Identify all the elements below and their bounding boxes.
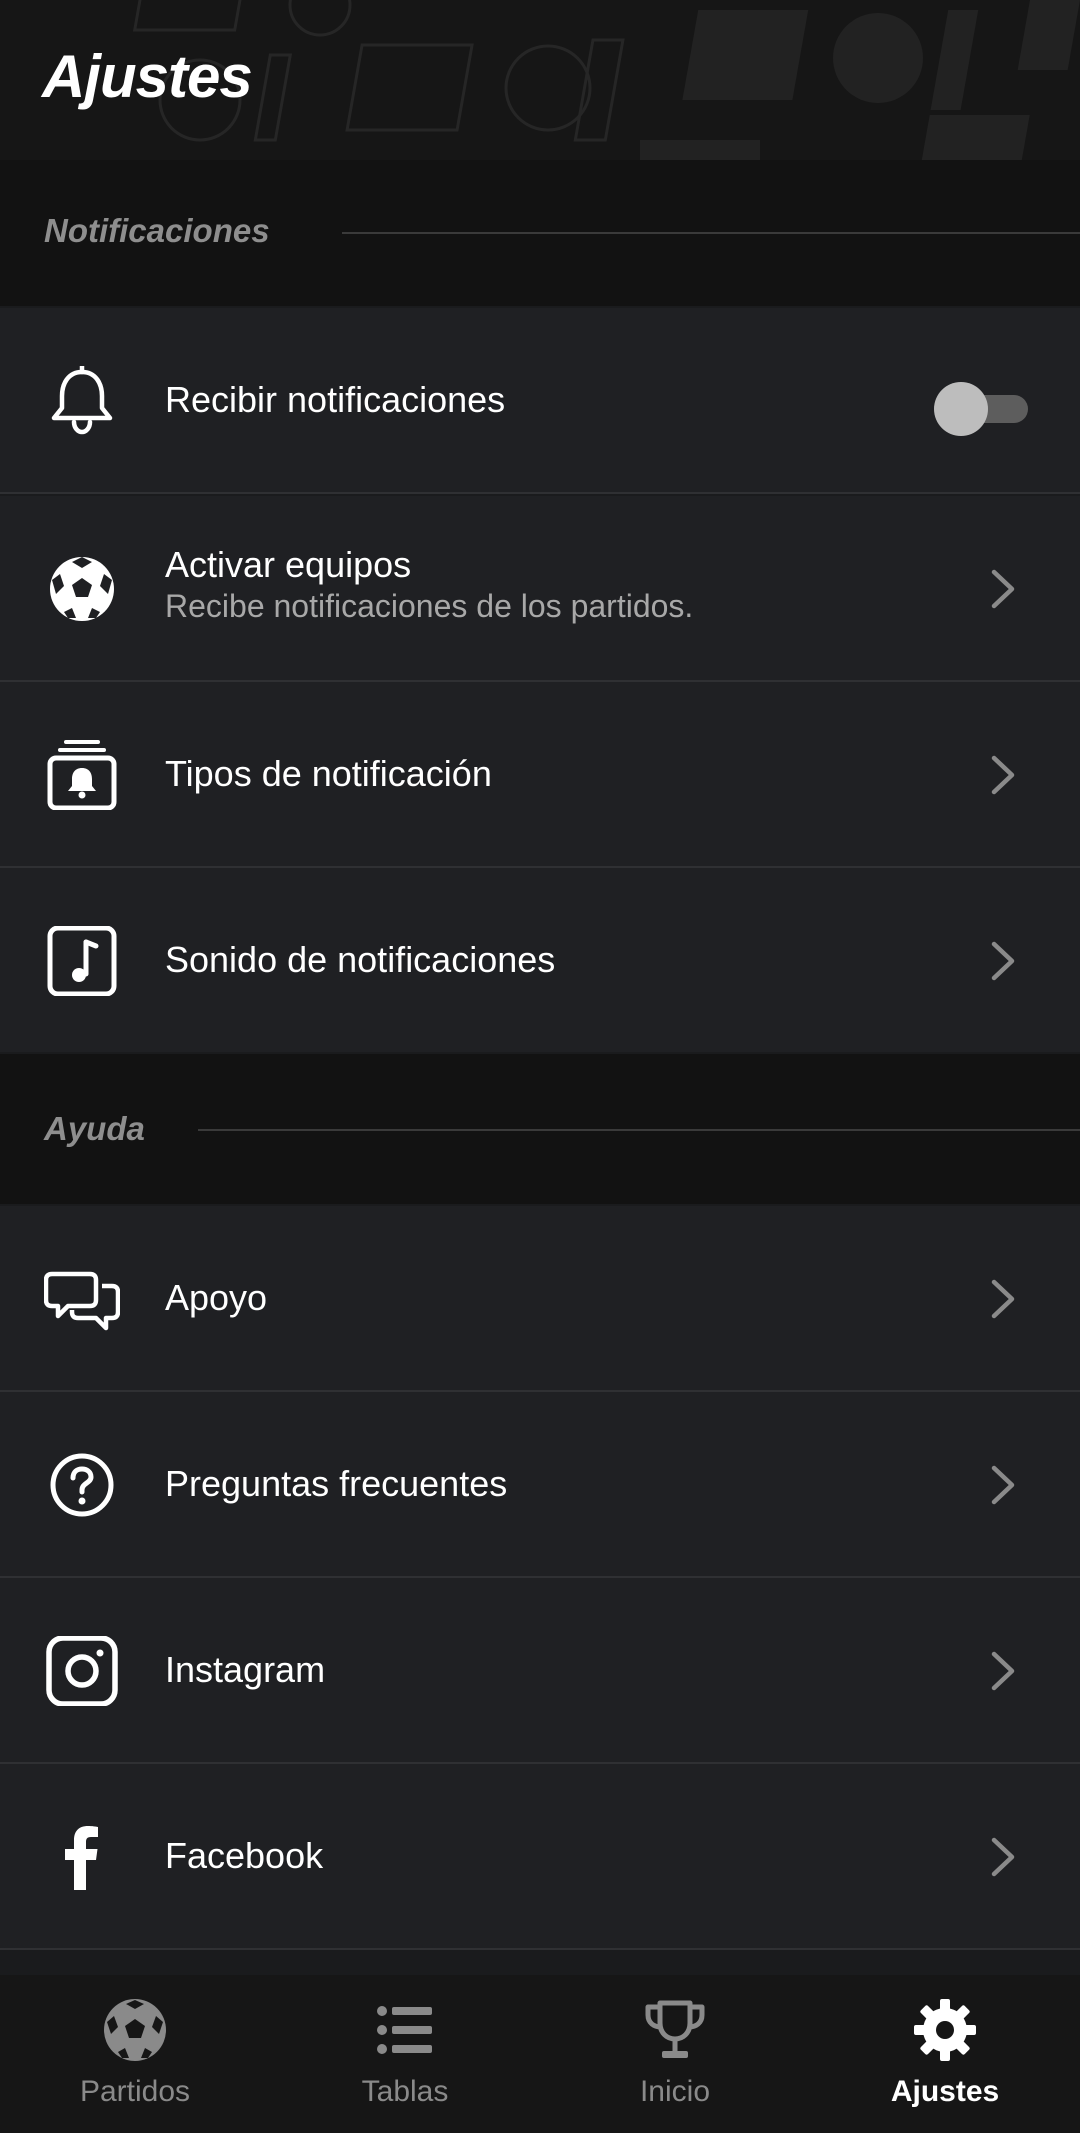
bottom-navigation: Partidos Tablas Inicio Ajustes xyxy=(0,1975,1080,2133)
row-facebook[interactable]: Facebook xyxy=(0,1764,1080,1950)
nav-item-partidos[interactable]: Partidos xyxy=(0,1975,270,2133)
soccer-ball-icon xyxy=(44,554,120,624)
trophy-icon xyxy=(645,2000,705,2058)
row-notification-sound[interactable]: Sonido de notificaciones xyxy=(0,868,1080,1052)
chevron-right-icon xyxy=(991,755,1015,795)
row-label: Activar equipos xyxy=(165,544,412,585)
chevron-right-icon xyxy=(991,1279,1015,1319)
soccer-ball-icon xyxy=(104,1999,166,2061)
gear-icon xyxy=(914,1999,976,2061)
row-notification-types[interactable]: Tipos de notificación xyxy=(0,682,1080,868)
question-circle-icon xyxy=(44,1450,120,1520)
music-note-icon xyxy=(44,926,120,996)
row-faq[interactable]: Preguntas frecuentes xyxy=(0,1392,1080,1578)
nav-label: Inicio xyxy=(639,2075,711,2108)
section-title: Ayuda xyxy=(44,1110,145,1147)
chevron-right-icon xyxy=(991,1465,1015,1505)
chevron-right-icon xyxy=(991,569,1015,609)
row-label: Recibir notificaciones xyxy=(165,379,506,420)
row-receive-notifications[interactable]: Recibir notificaciones xyxy=(0,308,1080,494)
list-icon xyxy=(377,2006,432,2054)
chevron-right-icon xyxy=(991,941,1015,981)
section-title: Notificaciones xyxy=(44,212,270,249)
row-instagram[interactable]: Instagram xyxy=(0,1578,1080,1764)
chevron-right-icon xyxy=(991,1651,1015,1691)
toggle-knob xyxy=(934,382,988,436)
row-label: Preguntas frecuentes xyxy=(165,1463,508,1504)
nav-label: Partidos xyxy=(79,2075,191,2108)
chevron-right-icon xyxy=(991,1837,1015,1877)
bell-icon xyxy=(44,366,120,436)
row-label: Apoyo xyxy=(165,1277,268,1318)
nav-label: Ajustes xyxy=(890,2075,1000,2108)
notification-types-icon xyxy=(44,740,120,810)
chat-bubbles-icon xyxy=(44,1264,120,1334)
row-label: Instagram xyxy=(165,1649,326,1690)
nav-item-ajustes[interactable]: Ajustes xyxy=(810,1975,1080,2133)
section-header-notifications: Notificaciones xyxy=(0,160,1080,306)
row-sublabel: Recibe notificaciones de los partidos. xyxy=(165,588,694,624)
row-label: Sonido de notificaciones xyxy=(165,939,556,980)
row-support[interactable]: Apoyo xyxy=(0,1206,1080,1392)
section-divider xyxy=(198,1129,1080,1131)
row-activate-teams[interactable]: Activar equipos Recibe notificaciones de… xyxy=(0,496,1080,682)
page-title: Ajustes xyxy=(42,43,253,110)
row-label: Facebook xyxy=(165,1835,324,1876)
facebook-icon xyxy=(44,1822,120,1892)
instagram-icon xyxy=(44,1636,120,1706)
nav-item-tablas[interactable]: Tablas xyxy=(270,1975,540,2133)
notifications-toggle[interactable] xyxy=(934,382,1030,436)
nav-label: Tablas xyxy=(361,2075,449,2108)
section-header-help: Ayuda xyxy=(0,1054,1080,1204)
section-divider xyxy=(342,232,1080,234)
row-label: Tipos de notificación xyxy=(165,753,492,794)
nav-item-inicio[interactable]: Inicio xyxy=(540,1975,810,2133)
app-header: Ajustes xyxy=(0,0,1080,160)
